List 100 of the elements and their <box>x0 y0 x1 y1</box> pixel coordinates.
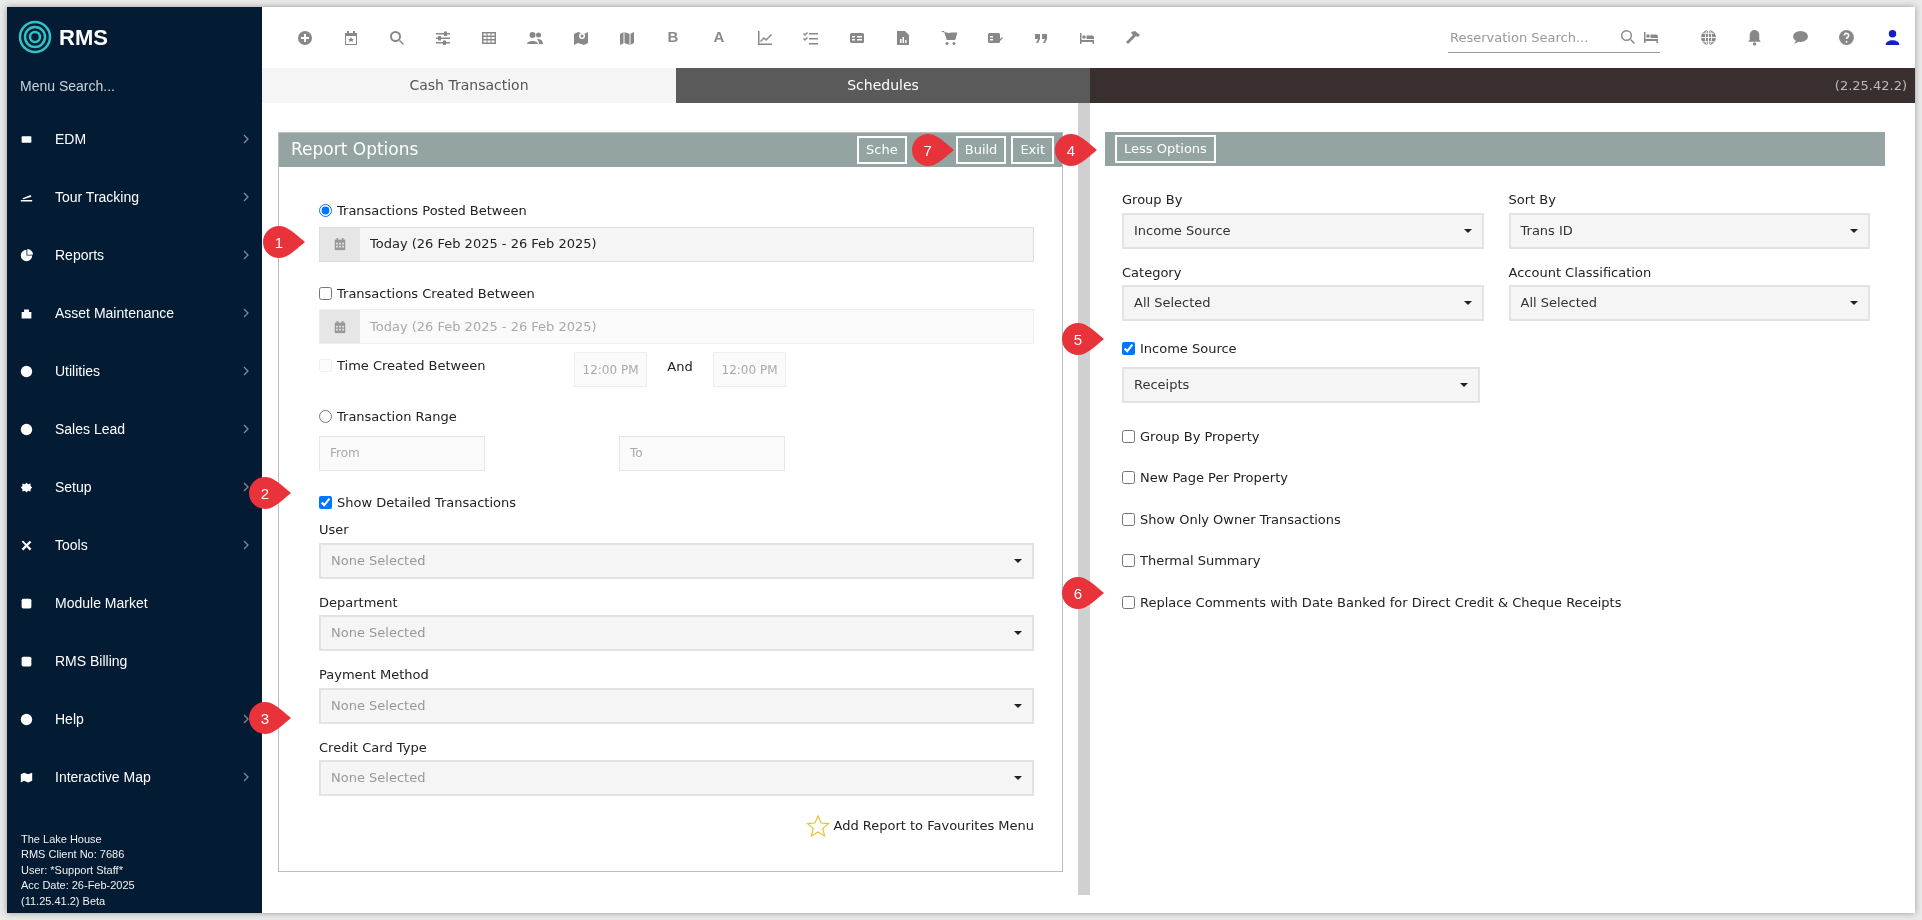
radio-button[interactable] <box>319 410 332 424</box>
menu-icon <box>20 538 33 552</box>
callout-number: 6 <box>1072 583 1084 604</box>
add-icon[interactable] <box>297 29 313 46</box>
file-chart-icon[interactable] <box>895 29 911 46</box>
calendar-icon <box>333 237 347 251</box>
star-icon[interactable] <box>805 814 830 838</box>
menu-icon <box>20 596 33 610</box>
field-label: Account Classification <box>1508 263 1653 282</box>
callout-number: 2 <box>259 483 271 504</box>
caret-icon <box>1850 228 1858 233</box>
checkbox[interactable] <box>319 286 332 300</box>
sidebar-item[interactable]: Sales Lead <box>7 400 262 458</box>
checklist-icon[interactable] <box>803 29 819 46</box>
bed-icon[interactable] <box>1642 29 1660 45</box>
line-chart-icon[interactable] <box>757 29 773 46</box>
sliders-icon[interactable] <box>435 29 451 46</box>
calendar-icon <box>333 319 347 334</box>
map-icon[interactable] <box>619 29 635 46</box>
option-label: Transactions Created Between <box>337 284 535 303</box>
search-icon[interactable] <box>389 29 405 46</box>
menu-search-field[interactable]: Menu Search... <box>7 63 262 110</box>
checkbox[interactable] <box>1122 595 1135 609</box>
range-field[interactable]: To <box>619 435 785 471</box>
option-label: Time Created Between <box>337 357 486 375</box>
menu-icon <box>20 248 33 262</box>
field-label: User <box>319 521 350 539</box>
map-pin-icon[interactable] <box>573 29 589 46</box>
calendar-icon[interactable] <box>343 29 359 46</box>
dropdown[interactable]: All Selected <box>1508 285 1870 321</box>
checkbox[interactable] <box>1122 342 1135 356</box>
sidebar-item[interactable]: Asset Maintenance <box>7 284 262 342</box>
checkbox[interactable] <box>1122 471 1135 485</box>
sidebar-item[interactable]: Module Market <box>7 574 262 632</box>
field-label: Payment Method <box>319 666 430 684</box>
checkbox[interactable] <box>1122 554 1135 568</box>
grid-icon[interactable] <box>481 29 497 46</box>
option-label: Replace Comments with Date Banked for Direct Credit & Cheque Receipts <box>1140 593 1622 612</box>
sidebar-item[interactable]: Reports <box>7 226 262 284</box>
search-icon[interactable] <box>1620 29 1636 45</box>
callout-number: 1 <box>273 233 285 253</box>
option-label: Show Only Owner Transactions <box>1140 510 1341 529</box>
option-label: Transactions Posted Between <box>337 202 527 220</box>
sidebar-item[interactable]: Utilities <box>7 342 262 400</box>
caret-icon <box>1014 558 1022 563</box>
caret-icon <box>1463 301 1472 305</box>
chat-icon[interactable] <box>1791 29 1809 46</box>
field-label: Group By <box>1122 191 1184 209</box>
tab[interactable]: Cash Transaction <box>262 68 676 103</box>
callout-number: 7 <box>922 141 933 161</box>
option-label: New Page Per Property <box>1140 469 1288 487</box>
user-icon[interactable] <box>1883 29 1901 46</box>
sidebar-item[interactable]: RMS Billing <box>7 632 262 690</box>
tab[interactable]: Schedules <box>676 68 1090 103</box>
logo-icon <box>17 19 53 55</box>
cart-icon[interactable] <box>941 29 957 46</box>
sidebar-item[interactable]: EDM <box>7 110 262 168</box>
sidebar-item[interactable]: Tour Tracking <box>7 168 262 226</box>
dropdown[interactable]: Income Source <box>1122 212 1484 249</box>
caret-icon <box>1014 703 1022 708</box>
field-label: Category <box>1122 263 1183 282</box>
favourites-link[interactable]: Add Report to Favourites Menu <box>833 816 1034 836</box>
menu-icon <box>20 422 33 436</box>
sidebar-item[interactable]: Interactive Map <box>7 748 262 806</box>
menu-icon <box>20 712 33 726</box>
hammer-icon[interactable] <box>1125 29 1141 46</box>
globe-icon[interactable] <box>1699 29 1717 46</box>
option-label: Income Source <box>1140 340 1237 358</box>
footer-text: (11.25.41.2) Beta <box>21 893 107 909</box>
sidebar-item[interactable]: Tools <box>7 516 262 574</box>
date-range-field[interactable]: Today (26 Feb 2025 - 26 Feb 2025) <box>319 226 1034 262</box>
field-label: Sort By <box>1508 191 1557 209</box>
checkbox[interactable] <box>1122 512 1135 526</box>
callout-number: 3 <box>259 709 271 729</box>
help-icon[interactable] <box>1837 29 1855 46</box>
caret-icon <box>1463 228 1472 233</box>
users-icon[interactable] <box>527 29 543 46</box>
radio-button[interactable] <box>319 204 332 218</box>
caret-icon <box>1014 776 1022 780</box>
and-label: And <box>666 357 694 376</box>
footer-text: User: *Support Staff* <box>21 862 124 878</box>
caret-icon <box>1460 382 1468 387</box>
range-field[interactable]: From <box>319 435 485 471</box>
field-label: Department <box>319 593 399 612</box>
field-label: Credit Card Type <box>319 738 428 757</box>
version-text: (2.25.42.2) <box>1834 76 1908 95</box>
logo-text: RMS <box>59 23 108 52</box>
option-label: Thermal Summary <box>1140 552 1261 570</box>
option-label: Transaction Range <box>337 408 457 426</box>
checkbox[interactable] <box>1122 429 1135 443</box>
caret-icon <box>1014 631 1022 635</box>
menu-icon <box>20 654 33 668</box>
menu-icon <box>20 480 33 494</box>
dropdown[interactable]: Trans ID <box>1508 212 1870 249</box>
dropdown[interactable]: Receipts <box>1122 366 1480 403</box>
checkbox[interactable] <box>319 495 332 509</box>
footer-text: The Lake House <box>21 831 103 847</box>
panel-title: Report Options <box>291 138 420 162</box>
dropdown[interactable]: All Selected <box>1122 285 1484 321</box>
bell-icon[interactable] <box>1745 29 1763 46</box>
